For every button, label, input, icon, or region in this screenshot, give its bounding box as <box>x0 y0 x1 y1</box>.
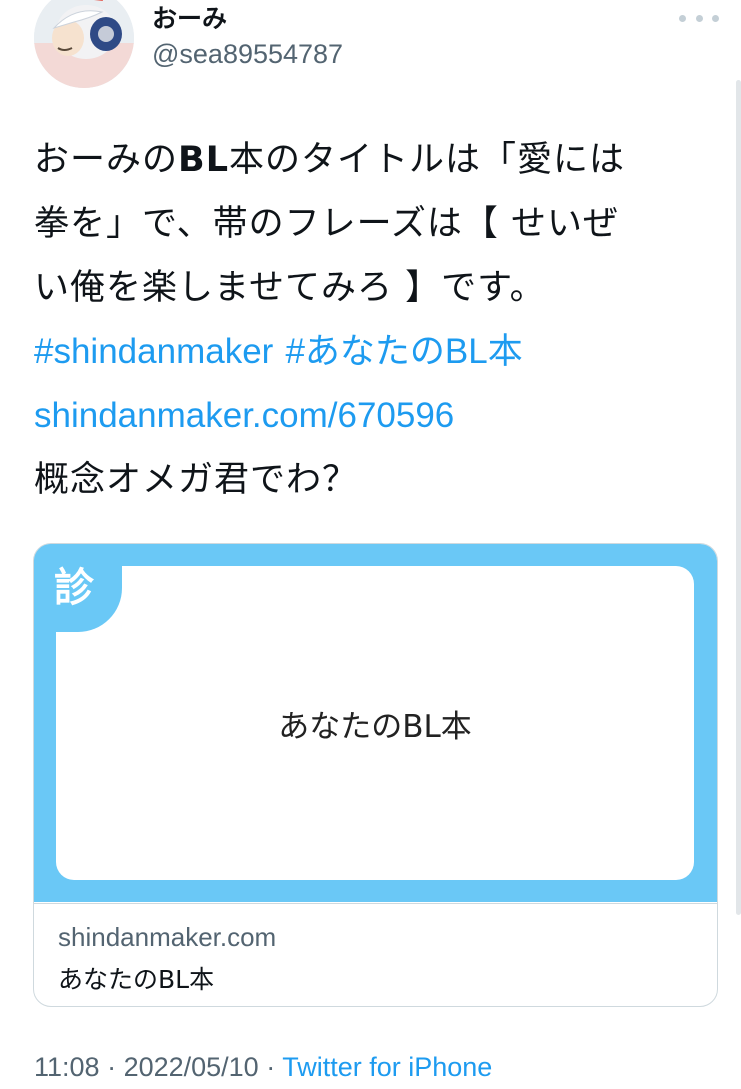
tweet-line: 拳を」で、帯のフレーズは【 せいぜ <box>34 204 619 244</box>
dot-icon <box>679 14 686 22</box>
tweet-time[interactable]: 11:08 <box>34 1052 100 1082</box>
tweet-text-segment: おーみの <box>34 140 179 180</box>
tweet-line: おーみのBL本のタイトルは「愛には <box>34 128 714 192</box>
display-name[interactable]: おーみ <box>152 4 227 34</box>
hashtag-link[interactable]: #あなたのBL本 <box>285 332 522 371</box>
tweet-line: い俺を楽しませてみろ 】です。 <box>34 268 546 308</box>
url-link[interactable]: shindanmaker.com/670596 <box>34 396 454 435</box>
more-options-icon[interactable] <box>679 6 719 30</box>
link-card[interactable]: あなたのBL本 診 shindanmaker.com あなたのBL本 <box>33 543 718 1007</box>
tweet-text-segment: 本のタイトルは「愛には <box>229 140 626 180</box>
card-domain: shindanmaker.com <box>58 922 277 952</box>
tweet-line: shindanmaker.com/670596 <box>34 384 714 448</box>
avatar[interactable] <box>34 0 134 88</box>
dot-icon <box>712 14 719 22</box>
scrollbar[interactable] <box>736 80 741 915</box>
card-image[interactable]: あなたのBL本 診 <box>34 544 717 902</box>
tweet-date[interactable]: 2022/05/10 <box>124 1052 259 1082</box>
separator: · <box>99 1052 124 1082</box>
dot-icon <box>695 14 703 22</box>
separator: · <box>258 1052 283 1082</box>
diagnosis-badge-icon: 診 <box>34 544 122 632</box>
source-link[interactable]: Twitter for iPhone <box>282 1052 492 1082</box>
hashtag-link[interactable]: #shindanmaker <box>34 332 273 371</box>
card-image-title: あなたのBL本 <box>56 566 694 880</box>
user-handle[interactable]: @sea89554787 <box>152 38 343 70</box>
tweet-text: おーみのBL本のタイトルは「愛には 拳を」で、帯のフレーズは【 せいぜ い俺を楽… <box>34 128 714 512</box>
tweet-line: 概念オメガ君でわ？ <box>34 460 359 500</box>
avatar-illustration <box>34 0 134 88</box>
tweet-metadata: 11:08 · 2022/05/10 · Twitter for iPhone <box>34 1052 492 1083</box>
card-title: あなたのBL本 <box>58 965 215 994</box>
tweet-text-bold: BL <box>178 140 229 180</box>
card-footer[interactable]: shindanmaker.com あなたのBL本 <box>34 903 717 1006</box>
tweet-line: #shindanmaker #あなたのBL本 <box>34 320 714 384</box>
